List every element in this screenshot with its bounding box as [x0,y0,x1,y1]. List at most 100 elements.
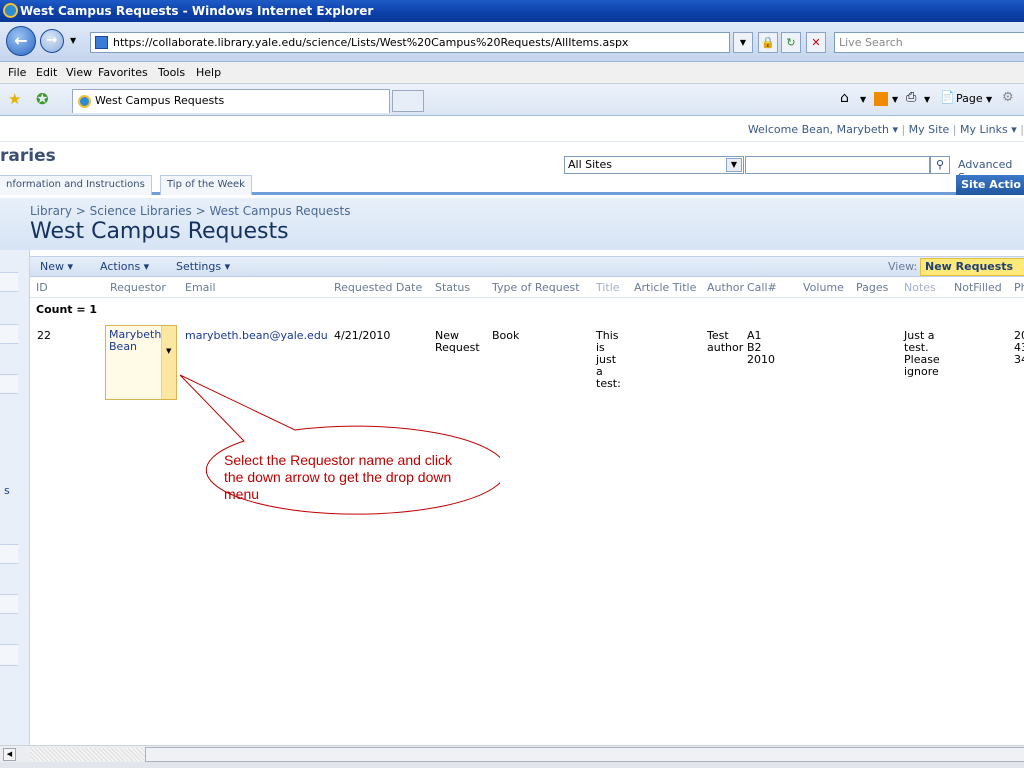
address-input[interactable]: https://collaborate.library.yale.edu/sci… [90,32,730,53]
menu-favorites[interactable]: Favorites [98,66,148,79]
scrollbar-thumb[interactable] [145,747,1024,762]
page-menu-icon[interactable]: 📄 [940,90,955,104]
cell-id: 22 [37,329,51,342]
left-nav-item[interactable] [0,544,18,564]
live-search-input[interactable]: Live Search [834,32,1024,53]
search-scope-value: All Sites [568,158,612,171]
settings-menu-button[interactable]: Settings ▾ [176,260,230,273]
page-dropdown-icon[interactable]: ▼ [986,95,992,104]
requestor-name-link[interactable]: Marybeth Bean [109,329,161,353]
cell-email-link[interactable]: marybeth.bean@yale.edu [185,330,328,342]
address-url: https://collaborate.library.yale.edu/sci… [113,36,629,49]
feeds-icon[interactable] [874,92,888,106]
live-search-placeholder: Live Search [839,36,903,49]
requestor-dropdown-button[interactable]: ▼ [161,326,176,399]
forward-button[interactable]: → [40,29,64,53]
column-header-article-title[interactable]: Article Title [634,281,696,294]
welcome-user-menu[interactable]: Welcome Bean, Marybeth ▾ [748,123,898,136]
column-header-phone[interactable]: Ph [1014,281,1024,294]
left-nav-item[interactable] [0,644,18,666]
welcome-links: Welcome Bean, Marybeth ▾ | My Site | My … [747,123,1024,136]
search-scope-select[interactable]: All Sites ▼ [564,156,744,174]
callout-text: Select the Requestor name and click the … [224,452,453,502]
favorites-star-icon[interactable]: ★ [8,90,21,108]
scroll-left-icon[interactable]: ◀ [3,748,16,761]
column-header-title[interactable]: Title [596,281,620,294]
tools-gear-icon[interactable]: ⚙ [1002,90,1014,105]
menu-bar: File Edit View Favorites Tools Help [0,62,1024,84]
cell-author: Test author [707,329,744,354]
ie-logo-icon [3,3,18,18]
feeds-dropdown-icon[interactable]: ▼ [892,95,898,104]
column-header-notfilled[interactable]: NotFilled [954,281,1002,294]
cell-type-of-request: Book [492,329,520,342]
column-header-pages[interactable]: Pages [856,281,888,294]
column-header-id[interactable]: ID [36,281,48,294]
print-icon[interactable]: ⎙ [906,90,916,105]
site-actions-button[interactable]: Site Actio [956,175,1024,195]
address-dropdown-button[interactable]: ▼ [733,32,753,53]
menu-help[interactable]: Help [196,66,221,79]
horizontal-scrollbar[interactable]: ◀ [0,745,1024,762]
column-header-call[interactable]: Call# [747,281,777,294]
search-go-icon[interactable]: ⚲ [930,156,950,174]
cell-call-number: A1 B2 2010 [747,329,775,366]
tab-tip-of-the-week[interactable]: Tip of the Week [160,175,252,195]
left-nav-item[interactable] [0,272,18,292]
site-brand[interactable]: raries [0,146,56,166]
menu-tools[interactable]: Tools [158,66,185,79]
page-title: West Campus Requests [30,219,289,244]
menu-view[interactable]: View [66,66,92,79]
breadcrumb[interactable]: Library > Science Libraries > West Campu… [30,204,351,218]
column-header-notes[interactable]: Notes [904,281,936,294]
tab-west-campus-requests[interactable]: West Campus Requests [72,89,390,113]
cell-title: This is just a test: [596,329,621,390]
left-navigation: s [0,250,30,745]
column-header-requestor[interactable]: Requestor [110,281,166,294]
page-menu[interactable]: Page [956,92,983,105]
scrollbar-track[interactable] [30,748,145,761]
home-icon[interactable]: ⌂ [840,90,849,106]
left-nav-text[interactable]: s [4,484,10,497]
page-icon [95,36,108,49]
column-header-volume[interactable]: Volume [803,281,844,294]
ie-tab-icon [78,95,91,108]
column-header-status[interactable]: Status [435,281,470,294]
requestor-field-selected[interactable]: Marybeth Bean ▼ [105,325,177,400]
chevron-down-icon[interactable]: ▼ [726,158,742,172]
top-navigation: nformation and Instructions Tip of the W… [0,175,1024,195]
my-links-menu[interactable]: My Links ▾ [960,123,1017,136]
cell-notes: Just a test. Please ignore [904,329,940,378]
menu-file[interactable]: File [8,66,26,79]
column-header-requested-date[interactable]: Requested Date [334,281,422,294]
tab-information-and-instructions[interactable]: nformation and Instructions [0,175,152,195]
add-favorite-icon[interactable]: ✪ [36,90,49,108]
site-search-input[interactable] [745,156,930,174]
stop-icon[interactable]: ✕ [806,32,826,53]
group-count: Count = 1 [36,303,98,316]
print-dropdown-icon[interactable]: ▼ [924,95,930,104]
new-menu-button[interactable]: New ▾ [40,260,73,273]
column-header-author[interactable]: Author [707,281,744,294]
new-tab-button[interactable] [392,90,424,112]
window-title: West Campus Requests - Windows Internet … [20,4,374,18]
history-dropdown-icon[interactable]: ▼ [70,36,76,45]
actions-menu-button[interactable]: Actions ▾ [100,260,149,273]
back-button[interactable]: ← [6,26,36,56]
cell-status: New Request [435,329,480,354]
left-nav-item[interactable] [0,594,18,614]
page-title-area: Library > Science Libraries > West Campu… [0,198,1024,250]
column-header-type-of-request[interactable]: Type of Request [492,281,580,294]
left-nav-item[interactable] [0,374,18,394]
tab-title: West Campus Requests [95,94,225,107]
column-header-email[interactable]: Email [185,281,216,294]
menu-edit[interactable]: Edit [36,66,57,79]
cell-requested-date: 4/21/2010 [334,329,391,342]
left-nav-item[interactable] [0,324,18,344]
refresh-icon[interactable]: ↻ [781,32,801,53]
home-dropdown-icon[interactable]: ▼ [860,95,866,104]
lock-icon[interactable]: 🔒 [758,32,778,53]
view-select[interactable]: New Requests [920,258,1024,276]
window-title-bar: West Campus Requests - Windows Internet … [0,0,1024,22]
my-site-link[interactable]: My Site [909,123,950,136]
